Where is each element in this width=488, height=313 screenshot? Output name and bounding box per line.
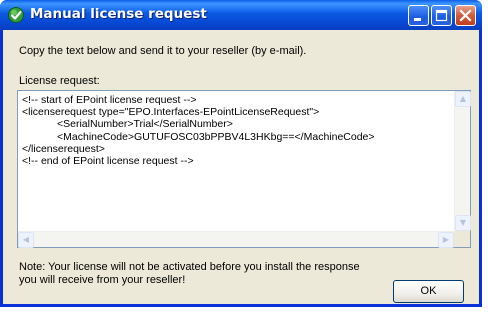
close-icon <box>459 9 472 22</box>
ok-button[interactable]: OK <box>393 280 464 303</box>
license-request-label: License request: <box>19 75 100 87</box>
vertical-scrollbar[interactable]: ▲ ▼ <box>454 91 471 231</box>
window-title: Manual license request <box>30 6 207 22</box>
minimize-icon <box>414 18 421 21</box>
checkmark-globe-icon <box>8 7 24 23</box>
horizontal-scrollbar[interactable]: ◀ ▶ <box>18 231 454 248</box>
scroll-left-arrow-icon: ◀ <box>22 235 30 244</box>
close-button[interactable] <box>455 5 476 26</box>
scroll-right-button[interactable]: ▶ <box>438 232 454 248</box>
activation-note: Note: Your license will not be activated… <box>19 261 360 286</box>
scroll-up-button[interactable]: ▲ <box>455 91 471 107</box>
scroll-down-button[interactable]: ▼ <box>455 215 471 231</box>
scrollbar-corner <box>454 231 470 247</box>
instruction-text: Copy the text below and send it to your … <box>19 45 307 57</box>
license-request-textarea[interactable]: <!-- start of EPoint license request -->… <box>17 90 471 248</box>
scroll-left-button[interactable]: ◀ <box>18 232 34 248</box>
title-bar[interactable]: Manual license request <box>0 0 482 30</box>
license-request-text[interactable]: <!-- start of EPoint license request -->… <box>22 94 454 167</box>
scroll-up-arrow-icon: ▲ <box>459 94 467 103</box>
maximize-button[interactable] <box>431 5 452 26</box>
scroll-down-arrow-icon: ▼ <box>459 218 467 227</box>
minimize-button[interactable] <box>408 5 429 26</box>
maximize-icon <box>435 9 448 22</box>
scroll-right-arrow-icon: ▶ <box>442 235 450 244</box>
